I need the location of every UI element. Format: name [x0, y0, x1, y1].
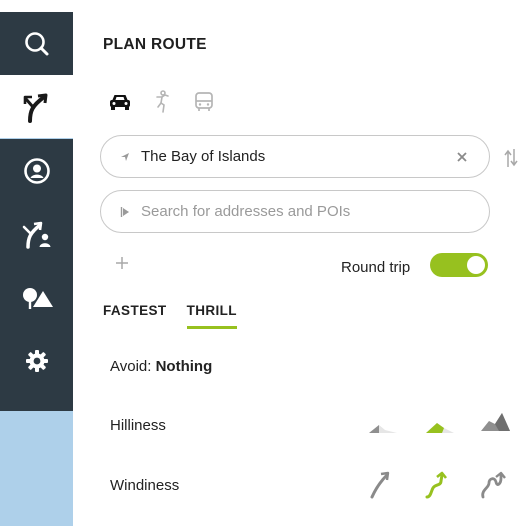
- hilliness-high-option[interactable]: [478, 406, 512, 436]
- swap-locations-icon[interactable]: [503, 146, 519, 170]
- sidebar-item-plan-route[interactable]: [0, 75, 73, 138]
- mode-car-button[interactable]: [107, 90, 133, 114]
- mode-bus-button[interactable]: [191, 90, 217, 114]
- bus-icon: [195, 92, 213, 111]
- sidebar-item-routes-users[interactable]: [0, 202, 73, 265]
- hills-medium-icon: [426, 423, 454, 433]
- start-marker-icon: [119, 152, 131, 162]
- transport-mode-selector: [107, 90, 217, 114]
- hilliness-label: Hilliness: [110, 417, 166, 434]
- bicycle-icon: [156, 90, 169, 113]
- gear-icon: [25, 349, 48, 372]
- tab-fastest[interactable]: FASTEST: [103, 303, 167, 329]
- sidebar-item-profile[interactable]: [0, 139, 73, 202]
- windiness-low-option[interactable]: [363, 470, 397, 500]
- route-people-icon: [22, 221, 50, 249]
- round-trip-label: Round trip: [341, 259, 411, 276]
- hills-high-icon: [481, 413, 510, 431]
- avoid-value: Nothing: [155, 358, 213, 375]
- windiness-high-option[interactable]: [476, 470, 510, 500]
- road-winding-icon: [481, 471, 506, 499]
- sidebar-item-places[interactable]: [0, 265, 73, 328]
- user-icon: [23, 157, 50, 184]
- toggle-knob: [467, 256, 485, 274]
- destination-input[interactable]: [141, 203, 489, 220]
- tab-thrill[interactable]: THRILL: [186, 303, 237, 329]
- route-icon: [23, 93, 47, 123]
- sidebar-item-search[interactable]: [0, 12, 73, 75]
- round-trip-toggle[interactable]: [430, 253, 488, 277]
- road-curvy-icon: [425, 471, 448, 499]
- route-type-tabs: FASTEST THRILL: [103, 303, 237, 329]
- windiness-medium-option[interactable]: [419, 470, 453, 500]
- hilliness-low-option[interactable]: [366, 410, 400, 440]
- start-location-field: [100, 135, 490, 178]
- sidebar: [0, 12, 73, 526]
- avoid-setting[interactable]: Avoid: Nothing: [110, 358, 212, 375]
- hilliness-medium-option[interactable]: [423, 410, 457, 440]
- windiness-label: Windiness: [110, 477, 180, 494]
- add-waypoint-icon[interactable]: [115, 256, 129, 270]
- hills-low-icon: [369, 425, 397, 433]
- clear-icon[interactable]: [455, 150, 469, 164]
- destination-marker-icon: [119, 206, 131, 218]
- avoid-label: Avoid:: [110, 358, 152, 375]
- search-icon: [24, 31, 48, 55]
- scenery-icon: [22, 287, 53, 309]
- destination-field: [100, 190, 490, 233]
- sidebar-item-settings[interactable]: [0, 329, 73, 392]
- car-icon: [110, 95, 130, 110]
- mode-bicycle-button[interactable]: [149, 90, 175, 114]
- plan-route-panel: PLAN ROUTE The Bay of Islands Search for…: [73, 0, 531, 526]
- start-location-input[interactable]: [141, 148, 455, 165]
- page-title: PLAN ROUTE: [103, 36, 207, 53]
- road-straight-icon: [370, 471, 390, 499]
